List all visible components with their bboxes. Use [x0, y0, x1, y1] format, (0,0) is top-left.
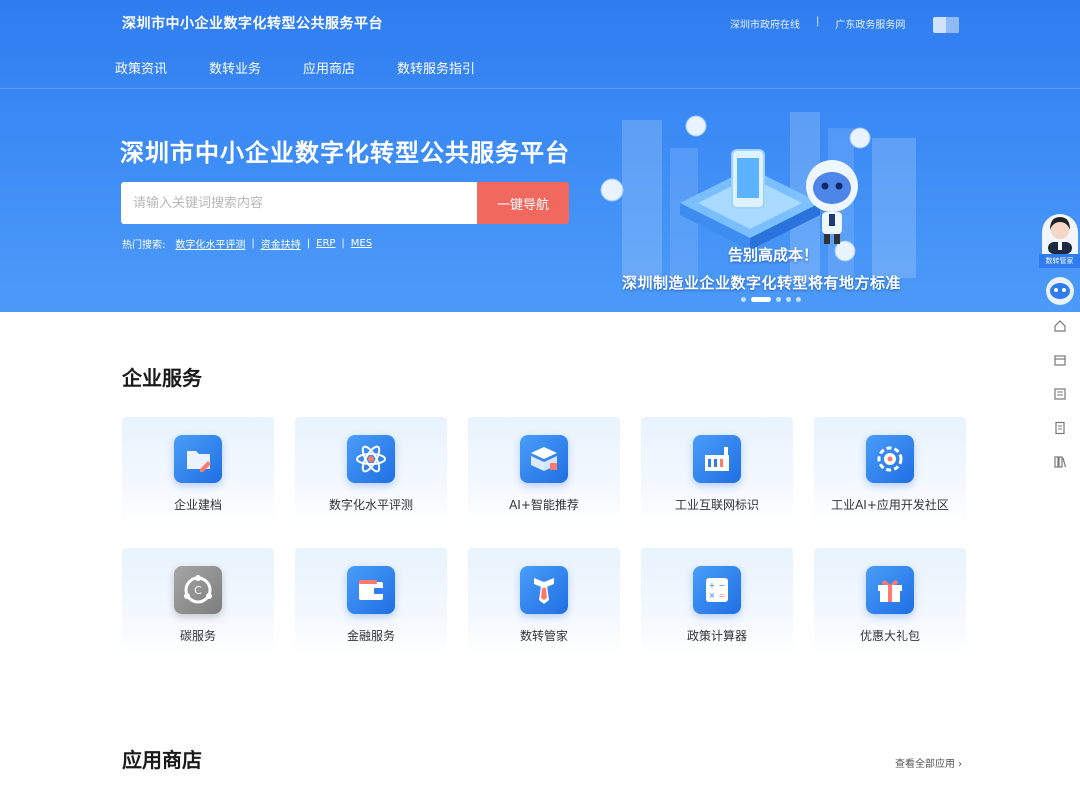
banner-title: 深圳市中小企业数字化转型公共服务平台	[120, 139, 570, 167]
assistant-widget[interactable]: 数转管家	[1039, 212, 1080, 268]
carousel-dot[interactable]	[796, 297, 801, 302]
main-nav: 政策资讯 数转业务 应用商店 数转服务指引	[115, 58, 517, 77]
top-links: 深圳市政府在线 | 广东政务服务网	[730, 16, 905, 31]
service-label: 数转管家	[519, 629, 568, 643]
carousel-dot-active[interactable]	[751, 297, 771, 302]
section-title-enterprise-services: 企业服务	[122, 366, 202, 390]
calculator-icon: + − × =	[693, 566, 741, 614]
service-label: 工业互联网标识	[674, 498, 759, 512]
service-card-digital-butler[interactable]: 数转管家	[468, 548, 620, 656]
service-card-ai-recommend[interactable]: AI+智能推荐	[468, 417, 620, 525]
service-label: 数字化水平评测	[328, 498, 413, 512]
home-icon[interactable]	[1053, 318, 1067, 332]
nav-item-app-store[interactable]: 应用商店	[303, 58, 355, 77]
top-link-guangdong-gov[interactable]: 广东政务服务网	[835, 16, 905, 31]
carousel-dot[interactable]	[741, 297, 746, 302]
hot-link-erp[interactable]: ERP	[316, 238, 335, 249]
robot-assistant-icon[interactable]	[1045, 276, 1075, 306]
nav-item-policy[interactable]: 政策资讯	[115, 58, 167, 77]
section-title-app-store: 应用商店	[122, 748, 202, 772]
header: 深圳市中小企业数字化转型公共服务平台 深圳市政府在线 | 广东政务服务网 政策资…	[0, 0, 1080, 312]
assistant-label: 数转管家	[1039, 254, 1080, 268]
svg-text:C: C	[194, 584, 202, 597]
service-label: 政策计算器	[686, 629, 747, 643]
service-card-industrial-ai-community[interactable]: 工业AI+应用开发社区	[814, 417, 966, 525]
hot-search-label: 热门搜索:	[122, 240, 166, 251]
gift-icon	[866, 566, 914, 614]
svg-text:×: ×	[709, 591, 716, 600]
banner-caption-subtitle: 深圳制造业企业数字化转型将有地方标准	[622, 274, 902, 292]
top-link-shenzhen-gov[interactable]: 深圳市政府在线	[730, 16, 800, 31]
atom-icon	[347, 435, 395, 483]
top-link-separator: |	[816, 16, 820, 27]
svg-text:−: −	[719, 581, 726, 590]
tie-icon	[520, 566, 568, 614]
service-label: AI+智能推荐	[509, 498, 579, 512]
hot-separator: |	[341, 238, 345, 249]
hot-link-assessment[interactable]: 数字化水平评测	[175, 236, 245, 251]
service-card-digital-assessment[interactable]: 数字化水平评测	[295, 417, 447, 525]
books-icon[interactable]	[1053, 454, 1067, 468]
store-icon[interactable]	[1053, 352, 1067, 366]
carousel-dot[interactable]	[786, 297, 791, 302]
service-card-industrial-internet-id[interactable]: 工业互联网标识	[641, 417, 793, 525]
service-label: 企业建档	[173, 498, 222, 512]
hot-link-mes[interactable]: MES	[351, 238, 372, 249]
service-card-finance[interactable]: 金融服务	[295, 548, 447, 656]
hot-link-funding[interactable]: 资金扶持	[261, 236, 301, 251]
hot-search: 热门搜索: 数字化水平评测 | 资金扶持 | ERP | MES	[122, 236, 372, 251]
svg-text:=: =	[719, 591, 726, 600]
carbon-gear-icon: C	[174, 566, 222, 614]
assistant-avatar	[1042, 214, 1078, 254]
site-title[interactable]: 深圳市中小企业数字化转型公共服务平台	[122, 13, 383, 33]
ai-gear-icon	[866, 435, 914, 483]
service-label: 金融服务	[346, 629, 395, 643]
wallet-icon	[347, 566, 395, 614]
news-icon[interactable]	[1053, 386, 1067, 400]
carousel-dots	[741, 297, 801, 302]
svg-text:+: +	[709, 581, 716, 590]
view-all-apps-link[interactable]: 查看全部应用 ›	[895, 755, 962, 770]
nav-item-guide[interactable]: 数转服务指引	[397, 58, 475, 77]
cube-stack-icon	[520, 435, 568, 483]
service-card-policy-calculator[interactable]: + − × = 政策计算器	[641, 548, 793, 656]
service-label: 碳服务	[179, 629, 216, 643]
service-label: 优惠大礼包	[859, 629, 920, 643]
search-button[interactable]: 一键导航	[477, 182, 569, 224]
service-card-carbon[interactable]: C 碳服务	[122, 548, 274, 656]
factory-icon	[693, 435, 741, 483]
hot-separator: |	[251, 238, 255, 249]
service-card-enterprise-profile[interactable]: 企业建档	[122, 417, 274, 525]
service-card-gift-package[interactable]: 优惠大礼包	[814, 548, 966, 656]
accessibility-toggle[interactable]	[933, 17, 959, 33]
nav-item-business[interactable]: 数转业务	[209, 58, 261, 77]
folder-edit-icon	[174, 435, 222, 483]
top-bar: 深圳市中小企业数字化转型公共服务平台 深圳市政府在线 | 广东政务服务网 政策资…	[0, 0, 1080, 88]
banner-caption-headline: 告别高成本！	[728, 246, 819, 264]
hot-separator: |	[306, 238, 311, 249]
carousel-dot[interactable]	[776, 297, 781, 302]
search-input[interactable]	[121, 182, 477, 224]
document-icon[interactable]	[1053, 420, 1067, 435]
topbar-divider	[0, 88, 1080, 89]
service-label: 工业AI+应用开发社区	[831, 498, 949, 512]
